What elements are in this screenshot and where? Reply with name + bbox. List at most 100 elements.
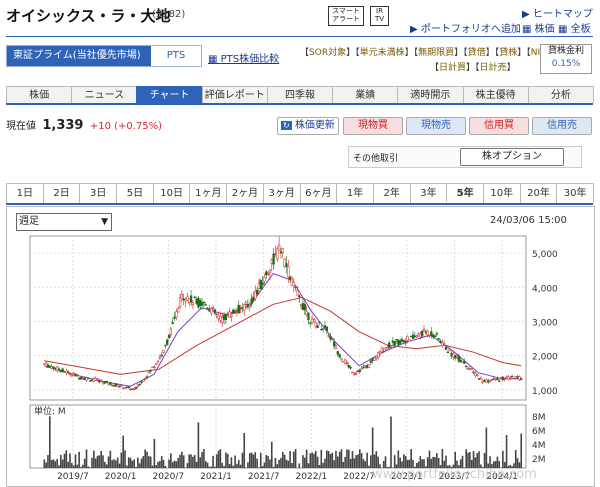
candle-body	[221, 317, 224, 323]
candle-body	[248, 305, 251, 308]
candle-body	[505, 376, 508, 379]
volume-bar	[60, 454, 62, 468]
candle-body	[222, 315, 226, 320]
candle-body	[243, 304, 246, 311]
volume-bar	[217, 450, 220, 468]
candle-body	[155, 363, 158, 365]
candle-body	[501, 376, 505, 381]
candle-body	[520, 378, 523, 381]
candle-body	[325, 326, 328, 331]
volume-bar	[85, 449, 88, 468]
candle-body	[158, 357, 162, 359]
stock-chart: 5,000 4,000 3,000 2,000 1,000 2019/7 2020/1 202…	[29, 235, 558, 482]
candle-body	[63, 371, 66, 373]
volume-bar	[173, 460, 176, 468]
volume-bar	[272, 466, 275, 468]
volume-bar	[111, 460, 113, 468]
candle-body	[419, 334, 422, 338]
volume-bar	[250, 452, 253, 468]
volume-bar	[129, 457, 132, 468]
candle-body	[188, 298, 191, 304]
candle-body	[44, 362, 48, 368]
volume-bar	[236, 463, 238, 468]
volume-bar	[157, 461, 159, 468]
x-tick-label: 2020/1	[105, 472, 137, 482]
volume-bar	[485, 427, 488, 468]
volume-bar	[43, 459, 46, 468]
volume-bar	[54, 461, 57, 468]
candle-body	[457, 355, 461, 362]
candle-body	[145, 376, 149, 378]
candle-body	[246, 304, 250, 307]
candle-body	[184, 299, 187, 302]
candle-body	[454, 355, 457, 359]
candle-body	[378, 351, 382, 354]
volume-bar	[56, 458, 58, 468]
candle-body	[235, 310, 239, 313]
candle-body	[215, 313, 218, 316]
volume-bar	[305, 449, 308, 468]
candle-body	[204, 304, 207, 306]
candle-body	[138, 383, 141, 386]
volume-bar	[195, 462, 198, 468]
candle-body	[388, 342, 391, 349]
volume-bar	[454, 451, 456, 468]
candle-body	[477, 378, 481, 380]
volume-bar	[289, 451, 291, 468]
candle-body	[426, 330, 429, 336]
volume-bar	[47, 455, 49, 468]
volume-bar	[50, 459, 53, 468]
candle-body	[54, 367, 57, 370]
candle-body	[430, 331, 433, 337]
candle-body	[237, 304, 240, 314]
volume-bar	[120, 452, 123, 468]
candle-body	[356, 370, 360, 373]
volume-bar	[349, 458, 352, 468]
volume-bar	[116, 457, 119, 468]
candle-body	[309, 322, 312, 324]
volume-bar	[336, 456, 339, 468]
y-tick-label: 4,000	[532, 284, 558, 294]
candle-body	[444, 346, 448, 350]
volume-bar	[355, 455, 357, 468]
volume-bar	[105, 464, 108, 468]
candle-body	[101, 381, 105, 384]
candle-body	[327, 335, 330, 337]
candle-body	[85, 377, 88, 381]
volume-bar	[146, 451, 148, 468]
candle-body	[125, 386, 129, 389]
candle-body	[105, 380, 108, 383]
candle-body	[257, 283, 261, 289]
volume-bar	[340, 449, 343, 468]
candle-body	[217, 315, 220, 319]
candle-body	[213, 309, 217, 314]
candle-body	[305, 311, 308, 315]
candle-body	[450, 352, 453, 357]
candle-body	[268, 270, 272, 274]
volume-bar	[280, 458, 282, 468]
candle-body	[441, 342, 444, 347]
volume-bar	[58, 465, 60, 468]
candle-body	[241, 307, 244, 309]
volume-bar	[71, 463, 73, 468]
volume-bar	[371, 427, 374, 468]
candle-body	[78, 377, 81, 380]
volume-bar	[307, 463, 310, 468]
candle-body	[153, 366, 156, 368]
candle-body	[98, 380, 101, 383]
candle-body	[193, 296, 196, 298]
candle-body	[402, 340, 405, 342]
candle-body	[173, 316, 176, 319]
candle-body	[411, 334, 415, 339]
candle-body	[52, 366, 55, 369]
volume-bar	[333, 460, 335, 468]
volume-bar	[283, 454, 286, 468]
watermark-text: www.portfolio-ichiha.com	[372, 467, 537, 482]
volume-bar	[478, 451, 480, 468]
volume-bar	[276, 464, 279, 468]
candle-body	[57, 368, 61, 371]
volume-bar	[287, 460, 290, 468]
volume-bar	[67, 461, 69, 468]
volume-bar	[197, 422, 200, 468]
volume-bar	[364, 461, 367, 468]
